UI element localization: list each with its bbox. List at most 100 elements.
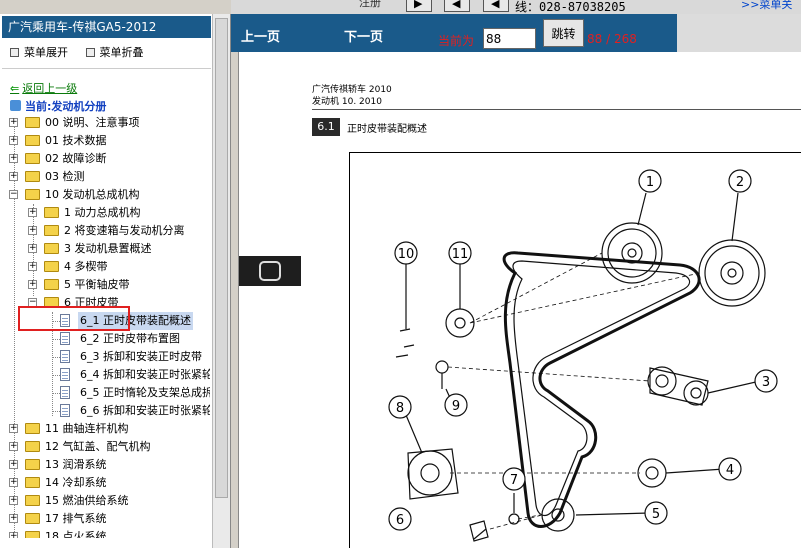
- toolbar-button-2[interactable]: ◀: [444, 0, 470, 12]
- tree-node-12[interactable]: + 12 气缸盖、配气机构: [9, 438, 209, 456]
- sidebar-title: 广汽乘用车-传祺GA5-2012: [2, 16, 211, 38]
- folder-icon: [25, 459, 40, 470]
- prev-page-button[interactable]: 上一页: [241, 26, 280, 45]
- viewer-gutter: [231, 52, 239, 548]
- tree-node-17[interactable]: + 17 排气系统: [9, 510, 209, 528]
- callout-5: 5: [652, 507, 660, 522]
- callout-11: 11: [452, 247, 469, 262]
- toolbar-button-1[interactable]: ▶: [406, 0, 432, 12]
- tree-node-label: 4 多楔带: [64, 260, 108, 273]
- folder-icon: [25, 477, 40, 488]
- page-number-input[interactable]: [483, 28, 536, 49]
- expand-toggle[interactable]: +: [9, 172, 18, 181]
- folder-icon: [25, 135, 40, 146]
- expand-toggle[interactable]: +: [9, 514, 18, 523]
- callout-1: 1: [646, 175, 654, 190]
- tree-leaf-6-6[interactable]: 6_6 拆卸和安装正时张紧轮: [60, 402, 210, 420]
- header-rule: [312, 109, 801, 110]
- sidebar-scrollbar[interactable]: [212, 14, 230, 548]
- callout-6: 6: [396, 513, 404, 528]
- tree-node-18[interactable]: + 18 点火系统: [9, 528, 209, 538]
- folder-icon: [44, 279, 59, 290]
- section-tab[interactable]: [239, 256, 301, 286]
- tree-line: [52, 375, 60, 376]
- tree-node-label: 01 技术数据: [45, 134, 107, 147]
- folder-icon: [25, 531, 40, 538]
- folder-icon: [44, 207, 59, 218]
- tree-leaf-6-5[interactable]: 6_5 正时惰轮及支架总成拆: [60, 384, 210, 402]
- expand-toggle[interactable]: +: [9, 118, 18, 127]
- tree-leaf-label: 6_5 正时惰轮及支架总成拆: [80, 386, 210, 399]
- folder-icon: [25, 495, 40, 506]
- menu-expand-button[interactable]: 菜单展开: [10, 44, 68, 60]
- tree-leaf-label: 6_3 拆卸和安装正时皮带: [80, 350, 202, 363]
- expand-toggle[interactable]: +: [9, 496, 18, 505]
- expand-toggle[interactable]: +: [9, 460, 18, 469]
- callout-10: 10: [398, 247, 415, 262]
- callout-7: 7: [510, 473, 518, 488]
- back-link[interactable]: ⇐ 返回上一级: [10, 80, 77, 96]
- folder-icon: [25, 153, 40, 164]
- back-arrow-icon: ⇐: [10, 82, 20, 95]
- doc-header-chapter: 发动机 10. 2010: [312, 97, 382, 107]
- tree-node-label: 5 平衡轴皮带: [64, 278, 130, 291]
- toolbar-button-3[interactable]: ◀: [483, 0, 509, 12]
- folder-icon: [44, 243, 59, 254]
- expand-toggle[interactable]: +: [28, 208, 37, 217]
- expand-toggle[interactable]: +: [9, 478, 18, 487]
- nav-bar-filler: [677, 14, 801, 52]
- scrollbar-thumb[interactable]: [215, 18, 228, 498]
- tree-node-10-5[interactable]: + 5 平衡轴皮带: [28, 276, 210, 294]
- menu-toggle-row: 菜单展开 菜单折叠: [10, 44, 158, 60]
- tree-node-10-1[interactable]: + 1 动力总成机构: [28, 204, 210, 222]
- current-page-label: 当前为: [438, 34, 475, 48]
- tree-node-label: 02 故障诊断: [45, 152, 107, 165]
- menu-collapse-label: 菜单折叠: [99, 46, 144, 59]
- expand-toggle[interactable]: +: [28, 280, 37, 289]
- tree-leaf-label: 6_6 拆卸和安装正时张紧轮: [80, 404, 210, 417]
- folder-icon: [25, 117, 40, 128]
- tree-node-label: 14 冷却系统: [45, 476, 107, 489]
- tree-node-label: 03 检测: [45, 170, 85, 183]
- tree-node-10[interactable]: − 10 发动机总成机构: [9, 186, 209, 204]
- tree-line: [52, 357, 60, 358]
- expand-toggle[interactable]: +: [9, 136, 18, 145]
- current-book-label: 当前:发动机分册: [25, 100, 107, 113]
- tree-node-00[interactable]: + 00 说明、注意事项: [9, 114, 209, 132]
- menu-collapse-button[interactable]: 菜单折叠: [85, 44, 144, 60]
- expand-toggle[interactable]: +: [9, 154, 18, 163]
- tree-node-10-4[interactable]: + 4 多楔带: [28, 258, 210, 276]
- tree-leaf-6-2[interactable]: 6_2 正时皮带布置图: [60, 330, 210, 348]
- jump-button[interactable]: 跳转: [543, 19, 584, 47]
- tree-node-01[interactable]: + 01 技术数据: [9, 132, 209, 150]
- expand-toggle[interactable]: +: [9, 442, 18, 451]
- sidebar-divider: [2, 68, 211, 69]
- collapse-toggle[interactable]: −: [9, 190, 18, 199]
- tree-line: [52, 411, 60, 412]
- tree-node-13[interactable]: + 13 润滑系统: [9, 456, 209, 474]
- content-panel: 上一页 下一页 当前为 跳转 88 / 268 广汽传祺轿车 2010 发动机 …: [231, 14, 801, 548]
- callout-8: 8: [396, 401, 404, 416]
- document-icon: [60, 350, 70, 363]
- tree-leaf-6-3[interactable]: 6_3 拆卸和安装正时皮带: [60, 348, 210, 366]
- document-icon: [60, 386, 70, 399]
- tree-node-02[interactable]: + 02 故障诊断: [9, 150, 209, 168]
- tree-leaf-6-4[interactable]: 6_4 拆卸和安装正时张紧轮: [60, 366, 210, 384]
- section-number: 6.1: [312, 118, 340, 136]
- book-icon: [10, 100, 21, 111]
- expand-toggle[interactable]: +: [9, 424, 18, 433]
- expand-toggle[interactable]: +: [28, 262, 37, 271]
- expand-toggle[interactable]: +: [28, 244, 37, 253]
- next-page-button[interactable]: 下一页: [344, 26, 383, 45]
- expand-toggle[interactable]: +: [28, 226, 37, 235]
- menu-close-link[interactable]: >>菜单关: [741, 0, 792, 12]
- expand-toggle[interactable]: +: [9, 532, 18, 538]
- tree-node-10-3[interactable]: + 3 发动机悬置概述: [28, 240, 210, 258]
- tree-node-03[interactable]: + 03 检测: [9, 168, 209, 186]
- tree-node-15[interactable]: + 15 燃油供给系统: [9, 492, 209, 510]
- tree-node-14[interactable]: + 14 冷却系统: [9, 474, 209, 492]
- tree-node-11[interactable]: + 11 曲轴连杆机构: [9, 420, 209, 438]
- top-toolbar: 注册 ▶ ◀ ◀ 线：028-87038205 >>菜单关: [231, 0, 801, 14]
- engine-icon: [259, 261, 281, 281]
- tree-node-10-2[interactable]: + 2 将变速箱与发动机分离: [28, 222, 210, 240]
